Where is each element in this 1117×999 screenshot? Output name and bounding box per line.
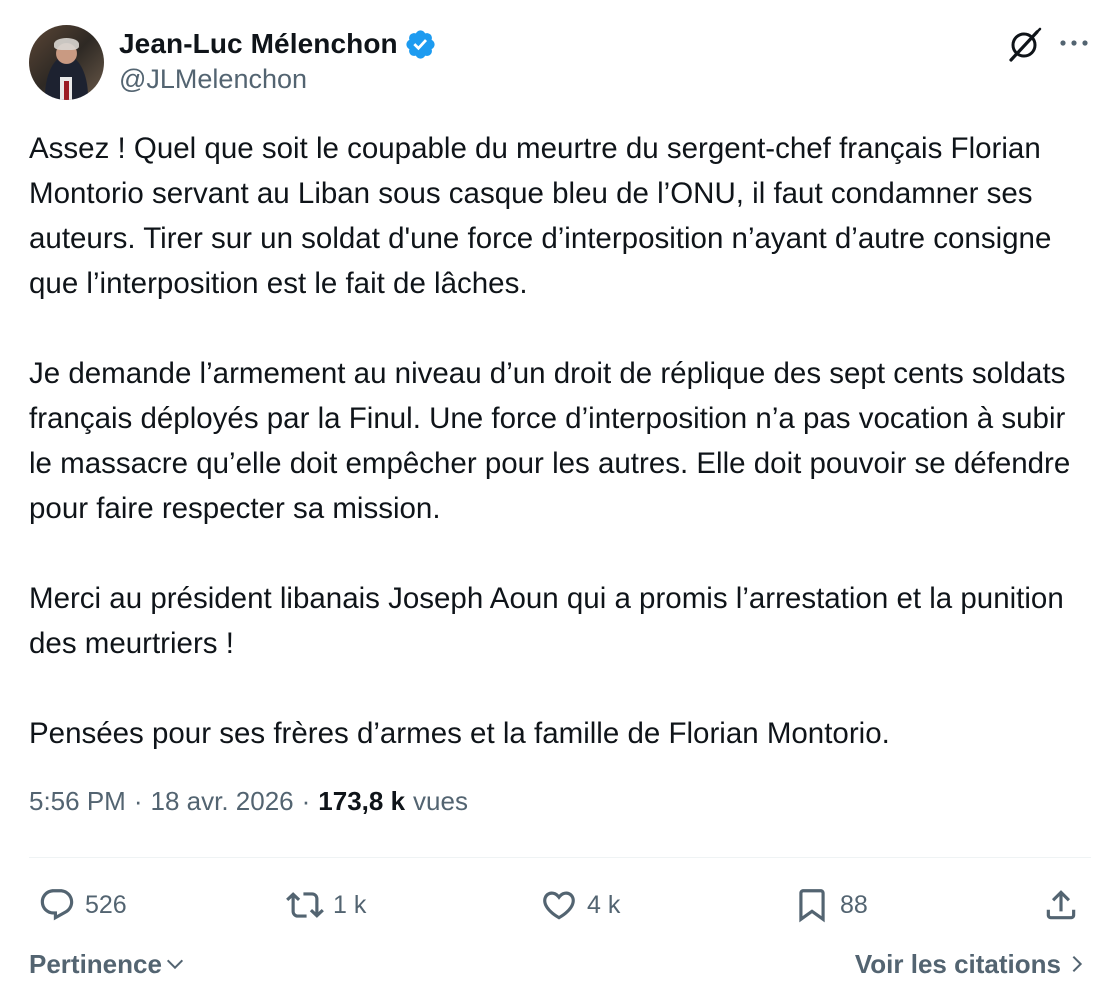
post-meta: 5:56 PM · 18 avr. 2026 · 173,8 k vues — [29, 786, 468, 817]
post-date[interactable]: 18 avr. 2026 — [151, 786, 294, 817]
like-button[interactable]: 4 k — [540, 880, 620, 930]
avatar-hair — [54, 38, 79, 50]
post-paragraph: Merci au président libanais Joseph Aoun … — [29, 582, 1064, 660]
post-paragraph: Assez ! Quel que soit le coupable du meu… — [29, 132, 1052, 300]
bookmark-button[interactable]: 88 — [793, 880, 868, 930]
chevron-right-icon — [1072, 955, 1083, 973]
display-name[interactable]: Jean-Luc Mélenchon — [119, 28, 398, 60]
verified-badge-icon — [406, 29, 435, 59]
view-quotes-link[interactable]: Voir les citations — [855, 942, 1087, 986]
repost-count: 1 k — [333, 890, 367, 919]
post-body: Assez ! Quel que soit le coupable du meu… — [29, 126, 1094, 756]
sort-label: Pertinence — [29, 948, 162, 979]
meta-separator: · — [301, 786, 311, 816]
reply-count: 526 — [85, 890, 127, 919]
avatar-tie — [64, 81, 69, 100]
more-button[interactable] — [1056, 28, 1092, 58]
post-paragraph: Pensées pour ses frères d’armes et la fa… — [29, 717, 890, 750]
tweet: Jean-Luc Mélenchon @JLMelenchon Assez ! … — [0, 0, 1117, 999]
views-label: vues — [413, 786, 468, 816]
heart-icon — [543, 891, 575, 920]
avatar[interactable] — [29, 25, 104, 100]
like-count: 4 k — [587, 890, 621, 919]
meta-separator: · — [133, 786, 143, 816]
author-handle[interactable]: @JLMelenchon — [119, 64, 307, 95]
bookmark-icon — [799, 889, 825, 923]
author-name-row[interactable]: Jean-Luc Mélenchon — [119, 26, 437, 62]
more-icon — [1060, 40, 1088, 46]
share-icon — [1046, 890, 1076, 920]
action-bar: 526 1 k 4 k 88 — [0, 880, 1117, 930]
repost-button[interactable]: 1 k — [286, 880, 366, 930]
post-time[interactable]: 5:56 PM — [29, 786, 126, 817]
views-count: 173,8 k — [318, 786, 406, 816]
repost-icon — [286, 892, 324, 918]
post-paragraph: Je demande l’armement au niveau d’un dro… — [29, 357, 1071, 525]
reply-icon — [40, 889, 74, 921]
bookmark-count: 88 — [840, 890, 868, 919]
share-button[interactable] — [1042, 880, 1080, 930]
reply-button[interactable]: 526 — [38, 880, 127, 930]
chevron-down-icon — [166, 959, 183, 970]
replies-footer: Pertinence Voir les citations — [0, 942, 1117, 986]
divider — [29, 857, 1091, 858]
sort-dropdown[interactable]: Pertinence — [29, 942, 186, 986]
grok-icon — [1009, 27, 1042, 62]
quotes-label: Voir les citations — [854, 948, 1061, 979]
grok-button[interactable] — [1004, 25, 1044, 65]
